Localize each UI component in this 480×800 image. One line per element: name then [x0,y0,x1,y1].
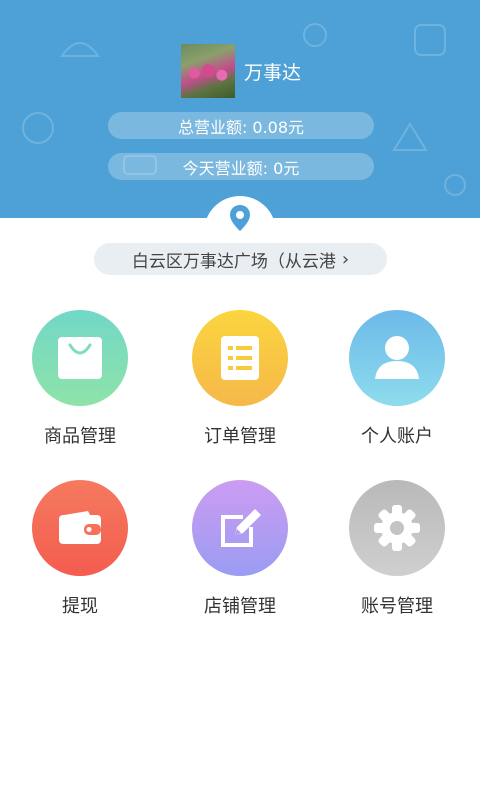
menu-item-account-management[interactable]: 账号管理 [327,480,467,630]
menu-item-label: 提现 [62,596,98,617]
menu-item-product-management[interactable]: 商品管理 [10,310,150,460]
edit-icon [192,480,288,576]
menu-item-label: 账号管理 [361,596,433,617]
shop-name: 万事达 [244,62,302,84]
menu-item-store-management[interactable]: 店铺管理 [170,480,310,630]
food-doodle-icon [392,122,428,151]
menu-item-order-management[interactable]: 订单管理 [170,310,310,460]
menu-item-label: 个人账户 [361,426,433,447]
chevron-right-icon: › [341,248,350,270]
header-banner: 万事达 总营业额: 0.08元 今天营业额: 0元 [0,0,480,218]
food-doodle-icon [60,42,100,57]
food-doodle-icon [414,24,446,56]
person-icon [349,310,445,406]
menu-item-personal-account[interactable]: 个人账户 [327,310,467,460]
shop-avatar[interactable] [181,44,235,98]
wallet-icon [32,480,128,576]
order-list-icon [192,310,288,406]
menu-item-label: 商品管理 [44,426,116,447]
food-doodle-icon [22,112,54,144]
location-selector[interactable]: 白云区万事达广场（从云港 › [94,243,387,275]
shopping-bag-icon [32,310,128,406]
location-pin-icon [230,205,250,231]
menu-item-label: 店铺管理 [204,596,276,617]
menu-item-label: 订单管理 [204,426,276,447]
food-doodle-icon [303,23,327,47]
food-doodle-icon [444,174,466,196]
menu-item-withdraw[interactable]: 提现 [10,480,150,630]
location-text: 白云区万事达广场（从云港 [131,251,336,272]
today-revenue-badge: 今天营业额: 0元 [108,153,374,180]
total-revenue-badge: 总营业额: 0.08元 [108,112,374,139]
gear-icon [349,480,445,576]
